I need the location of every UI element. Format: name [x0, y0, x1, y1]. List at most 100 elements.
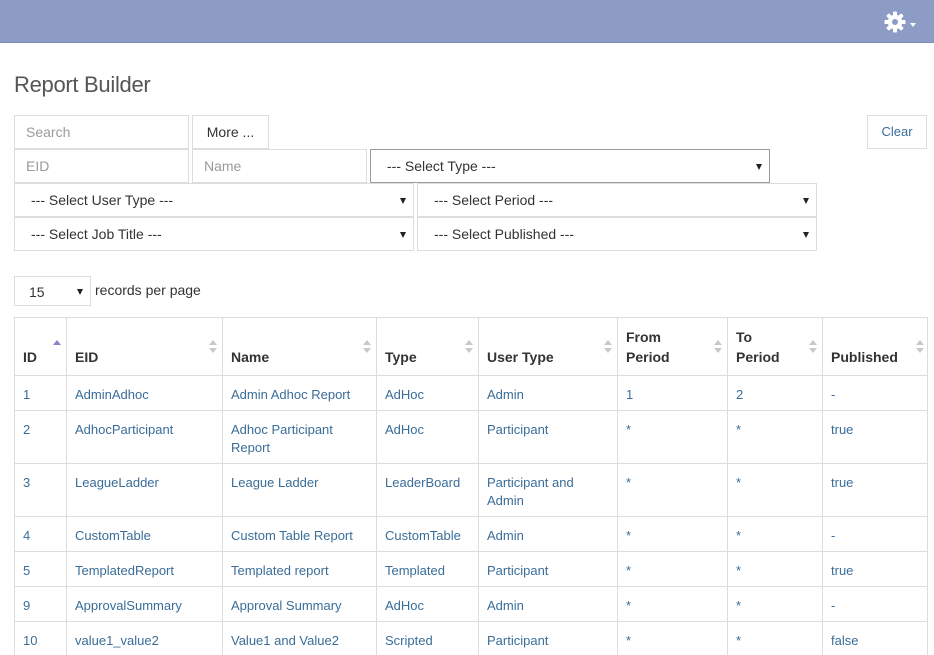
cell-eid: AdhocParticipant: [66, 410, 223, 464]
cell-id: 4: [14, 516, 67, 552]
cell-user-type: Admin: [478, 516, 618, 552]
cell-name: Approval Summary: [222, 586, 377, 622]
more-filters-button[interactable]: More ...: [192, 115, 269, 149]
reports-table: ID EID Name Type User Type From Period T…: [14, 317, 928, 655]
column-header-label: Period: [626, 349, 670, 365]
column-header-label: EID: [75, 349, 99, 365]
table-row[interactable]: 3 LeagueLadder League Ladder LeaderBoard…: [14, 463, 928, 517]
table-row[interactable]: 1 AdminAdhoc Admin Adhoc Report AdHoc Ad…: [14, 375, 928, 411]
cell-eid: TemplatedReport: [66, 551, 223, 587]
cell-from-period: 1: [617, 375, 728, 411]
published-select[interactable]: --- Select Published ---: [417, 217, 817, 251]
user-type-select-value: --- Select User Type ---: [31, 192, 174, 208]
dropdown-arrow-icon: [756, 164, 762, 170]
cell-type: LeaderBoard: [376, 463, 479, 517]
column-header-from-period[interactable]: From Period: [617, 317, 728, 376]
dropdown-arrow-icon: [803, 232, 809, 238]
cell-published: true: [822, 551, 928, 587]
column-header-eid[interactable]: EID: [66, 317, 223, 376]
cell-eid: CustomTable: [66, 516, 223, 552]
cell-from-period: *: [617, 516, 728, 552]
table-row[interactable]: 2 AdhocParticipant Adhoc Participant Rep…: [14, 410, 928, 464]
column-header-name[interactable]: Name: [222, 317, 377, 376]
column-header-id[interactable]: ID: [14, 317, 67, 376]
cell-id: 2: [14, 410, 67, 464]
user-type-select[interactable]: --- Select User Type ---: [14, 183, 414, 217]
cell-published: -: [822, 516, 928, 552]
column-header-label: From: [626, 329, 661, 345]
cell-user-type: Participant: [478, 410, 618, 464]
cell-published: false: [822, 621, 928, 655]
cell-id: 3: [14, 463, 67, 517]
gear-icon: [884, 11, 906, 33]
dropdown-arrow-icon: [400, 198, 406, 204]
cell-type: Templated: [376, 551, 479, 587]
cell-to-period: *: [727, 516, 823, 552]
cell-published: true: [822, 463, 928, 517]
sort-icon: [809, 340, 817, 354]
column-header-label: Period: [736, 349, 780, 365]
period-select[interactable]: --- Select Period ---: [417, 183, 817, 217]
column-header-type[interactable]: Type: [376, 317, 479, 376]
type-select[interactable]: --- Select Type ---: [370, 149, 770, 183]
column-header-label: Published: [831, 349, 898, 365]
column-header-label: User Type: [487, 349, 554, 365]
dropdown-arrow-icon: [77, 289, 83, 295]
cell-name: Adhoc Participant Report: [222, 410, 377, 464]
cell-type: CustomTable: [376, 516, 479, 552]
cell-from-period: *: [617, 410, 728, 464]
cell-user-type: Participant: [478, 621, 618, 655]
cell-type: AdHoc: [376, 375, 479, 411]
eid-filter-input[interactable]: [14, 149, 189, 183]
cell-type: AdHoc: [376, 586, 479, 622]
cell-user-type: Admin: [478, 586, 618, 622]
table-row[interactable]: 5 TemplatedReport Templated report Templ…: [14, 551, 928, 587]
cell-published: true: [822, 410, 928, 464]
cell-to-period: *: [727, 586, 823, 622]
cell-from-period: *: [617, 551, 728, 587]
cell-eid: LeagueLadder: [66, 463, 223, 517]
records-per-page-select[interactable]: 15: [14, 276, 91, 306]
cell-eid: ApprovalSummary: [66, 586, 223, 622]
cell-name: Templated report: [222, 551, 377, 587]
cell-user-type: Participant: [478, 551, 618, 587]
cell-from-period: *: [617, 621, 728, 655]
clear-button[interactable]: Clear: [867, 115, 927, 149]
published-select-value: --- Select Published ---: [434, 226, 575, 242]
settings-menu-button[interactable]: [883, 10, 919, 34]
column-header-published[interactable]: Published: [822, 317, 928, 376]
sort-icon: [916, 340, 924, 354]
sort-ascending-icon: [53, 340, 61, 354]
column-header-to-period[interactable]: To Period: [727, 317, 823, 376]
cell-to-period: 2: [727, 375, 823, 411]
cell-user-type: Admin: [478, 375, 618, 411]
column-header-label: Type: [385, 349, 417, 365]
period-select-value: --- Select Period ---: [434, 192, 554, 208]
dropdown-arrow-icon: [400, 232, 406, 238]
name-filter-input[interactable]: [192, 149, 367, 183]
cell-id: 10: [14, 621, 67, 655]
top-navbar: [0, 0, 934, 43]
table-row[interactable]: 4 CustomTable Custom Table Report Custom…: [14, 516, 928, 552]
job-title-select[interactable]: --- Select Job Title ---: [14, 217, 414, 251]
search-input[interactable]: [14, 115, 189, 149]
column-header-user-type[interactable]: User Type: [478, 317, 618, 376]
cell-to-period: *: [727, 551, 823, 587]
cell-to-period: *: [727, 621, 823, 655]
caret-down-icon: [910, 23, 916, 27]
cell-to-period: *: [727, 463, 823, 517]
table-header-row: ID EID Name Type User Type From Period T…: [14, 317, 928, 376]
cell-id: 1: [14, 375, 67, 411]
cell-to-period: *: [727, 410, 823, 464]
cell-from-period: *: [617, 586, 728, 622]
table-row[interactable]: 9 ApprovalSummary Approval Summary AdHoc…: [14, 586, 928, 622]
page-title: Report Builder: [14, 72, 151, 97]
cell-id: 9: [14, 586, 67, 622]
cell-name: League Ladder: [222, 463, 377, 517]
column-header-label: Name: [231, 349, 270, 365]
records-per-page-label: records per page: [95, 282, 201, 298]
cell-id: 5: [14, 551, 67, 587]
table-row[interactable]: 10 value1_value2 Value1 and Value2 Scrip…: [14, 621, 928, 655]
cell-type: Scripted: [376, 621, 479, 655]
cell-name: Admin Adhoc Report: [222, 375, 377, 411]
